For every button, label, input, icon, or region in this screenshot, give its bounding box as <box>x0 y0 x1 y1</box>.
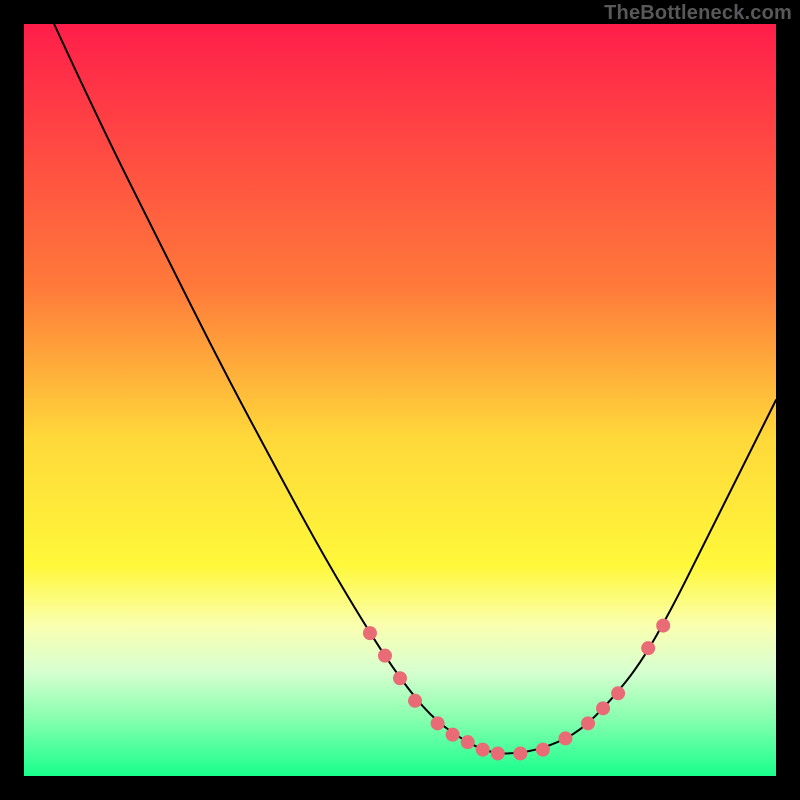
bottleneck-curve-chart <box>24 24 776 776</box>
chart-frame: TheBottleneck.com <box>0 0 800 800</box>
plot-area <box>24 24 776 776</box>
watermark-text: TheBottleneck.com <box>604 2 792 25</box>
